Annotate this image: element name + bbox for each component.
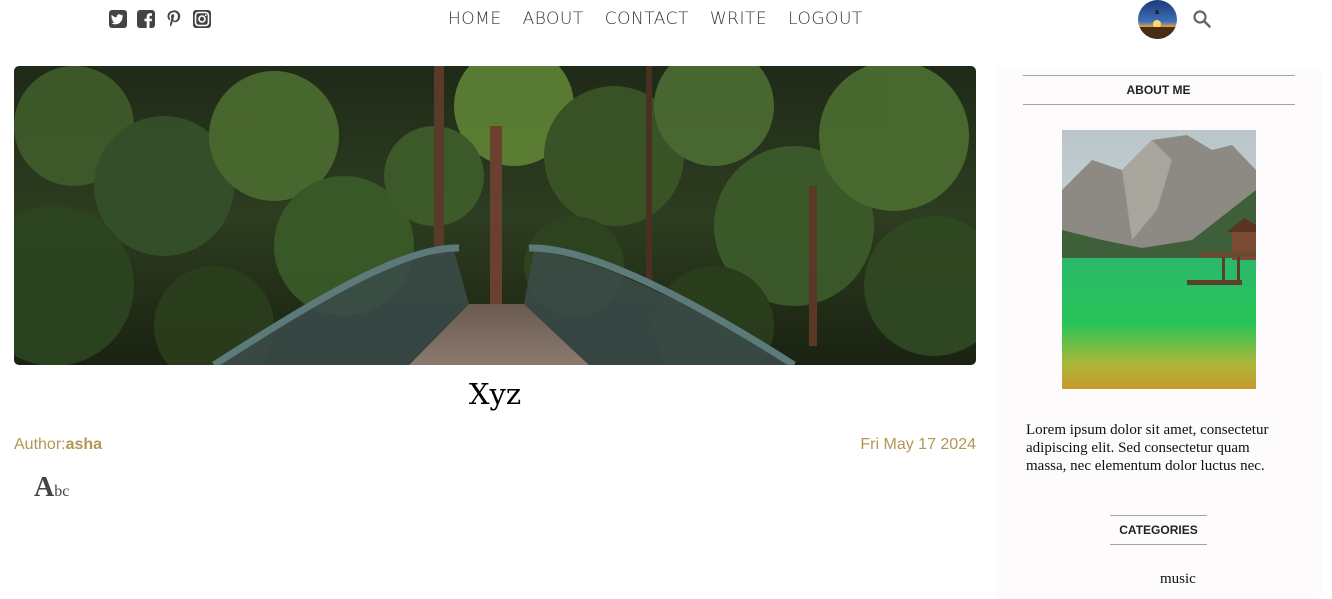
post-image	[14, 66, 976, 365]
nav-about[interactable]: ABOUT	[523, 9, 584, 29]
post-info: Author:asha Fri May 17 2024	[14, 436, 976, 454]
post-date: Fri May 17 2024	[860, 436, 976, 454]
nav-logout[interactable]: LOGOUT	[788, 9, 863, 29]
about-me-text: Lorem ipsum dolor sit amet, consectetur …	[1026, 422, 1269, 474]
category-item-music[interactable]: music	[1160, 571, 1322, 588]
nav-write[interactable]: WRITE	[710, 9, 767, 29]
pinterest-icon[interactable]	[164, 9, 184, 29]
about-me-title: ABOUT ME	[1022, 75, 1295, 105]
nav-contact[interactable]: CONTACT	[605, 9, 689, 29]
about-me-image	[1061, 130, 1256, 389]
social-links	[108, 9, 212, 29]
facebook-square-icon[interactable]	[136, 9, 156, 29]
categories-title: CATEGORIES	[1110, 515, 1207, 545]
user-avatar[interactable]	[1138, 0, 1177, 39]
categories-list: music	[1160, 571, 1322, 588]
post-author: Author:asha	[14, 436, 102, 454]
post-description: Abc	[34, 472, 976, 504]
nav-home[interactable]: HOME	[448, 9, 502, 29]
author-link[interactable]: asha	[66, 436, 102, 453]
sidebar: ABOUT ME Lorem ipsum dolor sit amet, con…	[995, 66, 1322, 599]
description-text: bc	[54, 483, 70, 501]
main-nav: HOME ABOUT CONTACT WRITE LOGOUT	[448, 9, 863, 29]
top-bar: HOME ABOUT CONTACT WRITE LOGOUT	[0, 0, 1332, 40]
twitter-square-icon[interactable]	[108, 9, 128, 29]
search-icon[interactable]	[1192, 9, 1212, 29]
description-first-letter: A	[34, 472, 55, 504]
instagram-icon[interactable]	[192, 9, 212, 29]
post-title: Xyz	[468, 377, 522, 411]
single-post: Xyz Author:asha Fri May 17 2024 Abc	[14, 66, 976, 520]
author-label: Author:	[14, 436, 66, 454]
